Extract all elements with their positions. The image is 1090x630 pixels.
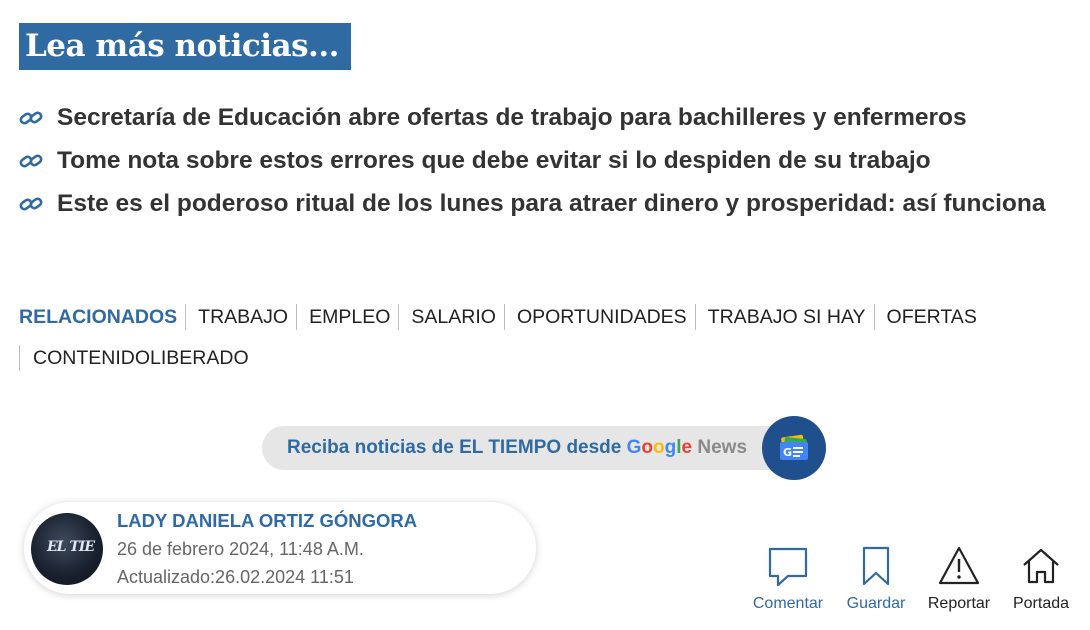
google-news-icon: G — [780, 434, 808, 460]
home-label: Portada — [1012, 595, 1070, 612]
related-link-text[interactable]: Tome nota sobre estos errores que debe e… — [57, 147, 931, 174]
related-links-list: Secretaría de Educación abre ofertas de … — [19, 96, 1079, 225]
related-link[interactable]: Este es el poderoso ritual de los lunes … — [19, 182, 1057, 225]
report-button[interactable]: Reportar — [925, 545, 993, 613]
comment-label: Comentar — [752, 595, 824, 612]
section-heading: Lea más noticias... — [19, 23, 351, 70]
warning-icon — [938, 546, 980, 585]
updated-date: Actualizado:26.02.2024 11:51 — [117, 567, 354, 587]
home-icon — [1023, 548, 1059, 584]
svg-text:G: G — [783, 446, 792, 459]
related-link[interactable]: Secretaría de Educación abre ofertas de … — [19, 96, 1079, 139]
tag-link[interactable]: OFERTAS — [873, 303, 985, 330]
google-news-text: Reciba noticias de EL TIEMPO desde Googl… — [287, 437, 748, 458]
google-news-button[interactable]: Reciba noticias de EL TIEMPO desde Googl… — [262, 426, 802, 470]
tag-link[interactable]: SALARIO — [398, 303, 504, 330]
author-card: EL TIE LADY DANIELA ORTIZ GÓNGORA 26 de … — [24, 502, 536, 594]
related-link[interactable]: Tome nota sobre estos errores que debe e… — [19, 139, 1079, 182]
bookmark-icon — [862, 546, 890, 586]
link-icon — [19, 197, 43, 211]
author-name[interactable]: LADY DANIELA ORTIZ GÓNGORA — [117, 510, 417, 532]
publish-date: 26 de febrero 2024, 11:48 A.M. — [117, 539, 364, 559]
tags-label: RELACIONADOS — [19, 305, 178, 328]
save-button[interactable]: Guardar — [843, 545, 909, 613]
tag-link[interactable]: TRABAJO — [185, 303, 296, 330]
avatar-text: EL TIE — [47, 539, 95, 555]
comment-icon — [768, 547, 808, 587]
comment-button[interactable]: Comentar — [749, 545, 827, 613]
report-label: Reportar — [927, 595, 991, 612]
google-news-badge[interactable]: G — [762, 416, 826, 480]
home-button[interactable]: Portada — [1010, 545, 1072, 613]
link-icon — [19, 111, 43, 125]
related-tags: RELACIONADOS TRABAJO EMPLEO SALARIO OPORTUNI… — [19, 296, 1079, 378]
related-link-text[interactable]: Secretaría de Educación abre ofertas de … — [57, 104, 967, 131]
save-label: Guardar — [846, 595, 906, 612]
tag-link[interactable]: OPORTUNIDADES — [503, 303, 695, 330]
tag-link[interactable]: TRABAJO SI HAY — [694, 303, 874, 330]
avatar: EL TIE — [31, 513, 103, 585]
tag-link[interactable]: CONTENIDOLIBERADO — [19, 344, 257, 371]
related-link-text[interactable]: Este es el poderoso ritual de los lunes … — [57, 190, 1045, 217]
tag-link[interactable]: EMPLEO — [296, 303, 398, 330]
link-icon — [19, 154, 43, 168]
